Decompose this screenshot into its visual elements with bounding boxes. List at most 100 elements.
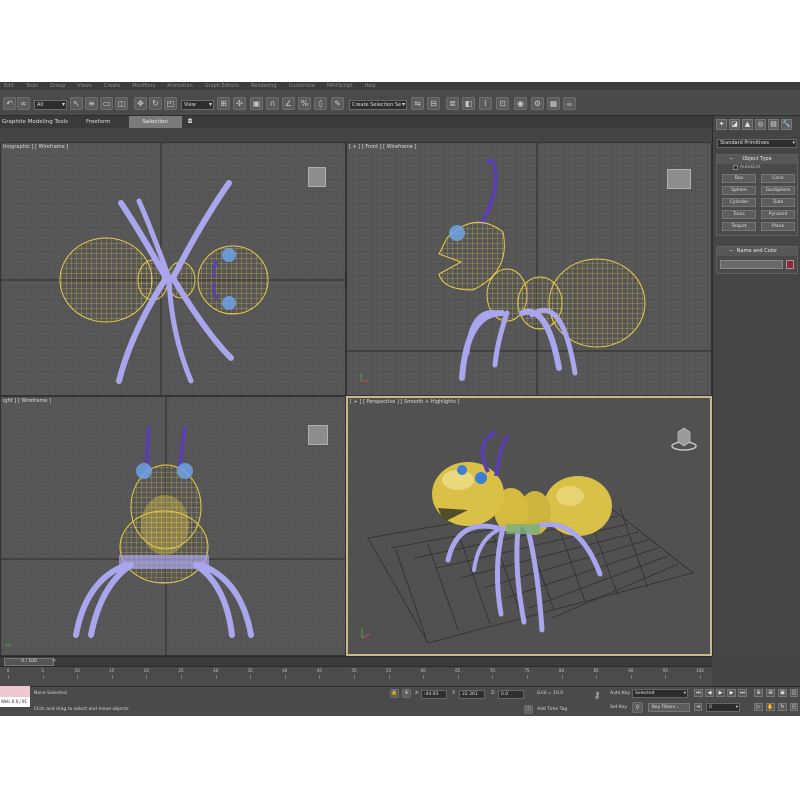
menu-create[interactable]: Create: [104, 83, 121, 89]
menu-help[interactable]: Help: [365, 83, 376, 89]
motion-tab-icon[interactable]: ◎: [755, 119, 766, 130]
set-key-button[interactable]: Set Key: [610, 705, 627, 710]
pivot-center-icon[interactable]: ⊞: [217, 97, 230, 110]
auto-key-button[interactable]: Auto Key: [610, 691, 630, 696]
maxscript-listener[interactable]: Welc 0.0 / 91: [0, 686, 30, 716]
zoom-extents-icon[interactable]: ◫: [790, 689, 798, 697]
rendered-frame-icon[interactable]: ▦: [547, 97, 560, 110]
tab-graphite-modeling-tools[interactable]: Graphite Modeling Tools: [0, 116, 86, 128]
edit-named-selection-icon[interactable]: ✎: [331, 97, 344, 110]
menu-edit[interactable]: Edit: [4, 83, 14, 89]
menu-graph-editors[interactable]: Graph Editors: [205, 83, 239, 89]
object-type-title[interactable]: Object Type: [717, 155, 797, 164]
pan-view-icon[interactable]: ✋: [766, 703, 775, 711]
go-to-end-icon[interactable]: ⏭: [738, 689, 747, 697]
primitive-category-dropdown[interactable]: Standard Primitives: [717, 139, 797, 148]
rectangular-region-icon[interactable]: ▭: [100, 97, 113, 110]
geosphere-button[interactable]: GeoSphere: [761, 186, 795, 195]
menu-animation[interactable]: Animation: [167, 83, 193, 89]
plane-button[interactable]: Plane: [761, 222, 795, 231]
menu-views[interactable]: Views: [77, 83, 91, 89]
viewport-top[interactable]: thographic ] [ Wireframe ]: [0, 142, 346, 396]
viewcube-icon[interactable]: [308, 425, 328, 445]
menu-rendering[interactable]: Rendering: [251, 83, 277, 89]
viewcube-icon[interactable]: [308, 167, 326, 187]
add-time-tag[interactable]: Add Time Tag: [537, 707, 567, 712]
menu-modifiers[interactable]: Modifiers: [132, 83, 155, 89]
listener-white-pane[interactable]: Welc 0.0 / 91: [0, 697, 30, 707]
layer-manager-icon[interactable]: ≣: [446, 97, 459, 110]
render-setup-icon[interactable]: ⚙: [531, 97, 544, 110]
time-slider[interactable]: 0 / 100: [4, 658, 54, 666]
maximize-viewport-icon[interactable]: ▣: [778, 689, 787, 697]
next-frame-icon[interactable]: ▶: [727, 689, 736, 697]
viewport-perspective[interactable]: [ + ] [ Perspective ] [ Smooth + Highlig…: [346, 396, 712, 656]
object-color-swatch[interactable]: [786, 260, 794, 269]
reference-coordinate-dropdown[interactable]: View: [181, 100, 214, 110]
graphite-toggle-icon[interactable]: ◧: [462, 97, 475, 110]
torus-button[interactable]: Torus: [722, 210, 756, 219]
track-bar[interactable]: 0 5 10 15 20 25 30 35 40 45 50 55 60 65 70 75 80 85 90 95 10…: [0, 666, 712, 686]
keyboard-shortcut-icon[interactable]: ▣: [250, 97, 263, 110]
align-icon[interactable]: ⊟: [427, 97, 440, 110]
viewport-right-label[interactable]: ight ] [ Wireframe ]: [3, 398, 51, 404]
zoom-all-icon[interactable]: ⊞: [766, 689, 775, 697]
time-tag-icon[interactable]: ◳: [524, 705, 533, 714]
current-frame-field[interactable]: 0: [706, 703, 740, 712]
undo-icon[interactable]: ↶: [3, 97, 16, 110]
x-coordinate-field[interactable]: -44.93: [421, 690, 447, 699]
snaps-toggle-icon[interactable]: ∩: [266, 97, 279, 110]
viewport-right[interactable]: ight ] [ Wireframe ]: [0, 396, 346, 656]
select-object-icon[interactable]: ↖: [70, 97, 83, 110]
schematic-view-icon[interactable]: ⊡: [496, 97, 509, 110]
play-icon[interactable]: ▶: [716, 689, 725, 697]
box-button[interactable]: Box: [722, 174, 756, 183]
percent-snap-icon[interactable]: %: [298, 97, 311, 110]
cone-button[interactable]: Cone: [761, 174, 795, 183]
menu-maxscript[interactable]: MAXScript: [327, 83, 353, 89]
menu-group[interactable]: Group: [50, 83, 65, 89]
field-of-view-icon[interactable]: ▷: [754, 703, 763, 711]
select-manipulate-icon[interactable]: ✣: [233, 97, 246, 110]
key-mode-toggle-icon[interactable]: ⇥: [694, 703, 702, 711]
curve-editor-icon[interactable]: ⌇: [479, 97, 492, 110]
selection-filter-dropdown[interactable]: All: [34, 100, 67, 110]
cylinder-button[interactable]: Cylinder: [722, 198, 756, 207]
spinner-snap-icon[interactable]: ◊: [314, 97, 327, 110]
set-key-icon[interactable]: ⚲: [632, 702, 643, 713]
viewcube-icon[interactable]: [670, 424, 698, 452]
menu-customize[interactable]: Customize: [289, 83, 315, 89]
sphere-button[interactable]: Sphere: [722, 186, 756, 195]
menu-tools[interactable]: Tools: [26, 83, 38, 89]
previous-frame-icon[interactable]: ◀: [705, 689, 714, 697]
display-tab-icon[interactable]: ▤: [768, 119, 779, 130]
pyramid-button[interactable]: Pyramid: [761, 210, 795, 219]
mirror-icon[interactable]: ⇋: [411, 97, 424, 110]
create-tab-icon[interactable]: ✦: [716, 119, 727, 130]
key-icon[interactable]: ⚷: [590, 691, 604, 705]
absolute-mode-icon[interactable]: ⊕: [402, 689, 411, 698]
zoom-icon[interactable]: ⊕: [754, 689, 763, 697]
go-to-start-icon[interactable]: ⏮: [694, 689, 703, 697]
listener-pink-pane[interactable]: [0, 686, 30, 697]
window-crossing-icon[interactable]: ◫: [115, 97, 128, 110]
select-by-name-icon[interactable]: ≡: [85, 97, 98, 110]
hierarchy-tab-icon[interactable]: ▲: [742, 119, 753, 130]
viewport-top-label[interactable]: thographic ] [ Wireframe ]: [3, 144, 68, 150]
tube-button[interactable]: Tube: [761, 198, 795, 207]
angle-snap-icon[interactable]: ∠: [282, 97, 295, 110]
z-coordinate-field[interactable]: 0.0: [498, 690, 524, 699]
select-move-icon[interactable]: ✥: [134, 97, 147, 110]
orbit-icon[interactable]: ↻: [778, 703, 787, 711]
link-icon[interactable]: ∞: [17, 97, 30, 110]
key-mode-dropdown[interactable]: Selected: [632, 689, 688, 698]
tab-selection[interactable]: Selection: [128, 116, 182, 128]
key-filters-button[interactable]: Key Filters...: [648, 703, 690, 712]
named-selection-dropdown[interactable]: Create Selection Se: [349, 100, 407, 110]
viewport-front-label[interactable]: [ + ] [ Front ] [ Wireframe ]: [349, 144, 416, 150]
select-scale-icon[interactable]: ◰: [164, 97, 177, 110]
maximize-toggle-icon[interactable]: ◰: [790, 703, 798, 711]
y-coordinate-field[interactable]: 22.361: [459, 690, 485, 699]
object-name-field[interactable]: [720, 260, 784, 269]
viewport-front[interactable]: [ + ] [ Front ] [ Wireframe ]: [346, 142, 712, 396]
